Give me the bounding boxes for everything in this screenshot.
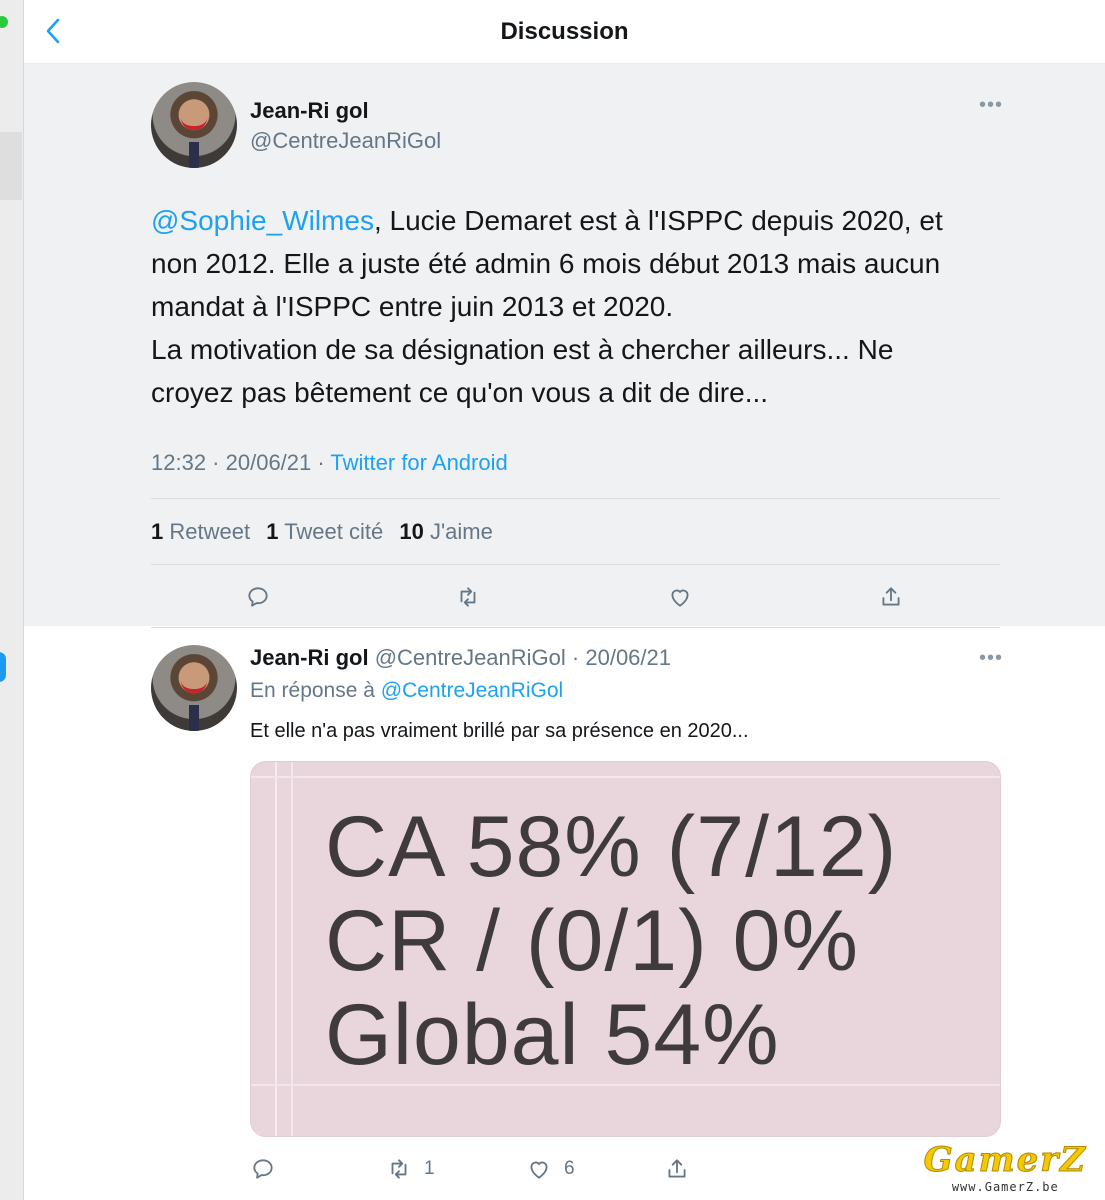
reply-button[interactable]: [250, 1149, 276, 1189]
divider: [151, 627, 1000, 628]
tweet-source[interactable]: Twitter for Android: [330, 450, 507, 475]
retweet-count: 1: [424, 1158, 435, 1179]
like-count: 6: [564, 1158, 575, 1179]
reply-icon: [253, 1159, 273, 1179]
reply-context: En réponse à @CentreJeanRiGol: [250, 679, 564, 702]
retweet-button[interactable]: 1: [386, 1149, 435, 1189]
left-window-edge: [0, 0, 24, 1200]
retweets-stat[interactable]: 1 Retweet: [151, 519, 250, 544]
avatar[interactable]: [151, 82, 237, 168]
share-button[interactable]: [878, 577, 904, 617]
page-title: Discussion: [500, 18, 629, 45]
reply-button[interactable]: [245, 577, 271, 617]
heart-icon: [671, 589, 689, 607]
likes-stat[interactable]: 10 J'aime: [399, 519, 493, 544]
retweet-icon: [460, 587, 476, 607]
image-text-line: CA 58% (7/12): [325, 799, 898, 895]
tweet-image[interactable]: CA 58% (7/12) CR / (0/1) 0% Global 54%: [250, 761, 1001, 1137]
more-options-icon[interactable]: •••: [979, 647, 1003, 670]
tweet-text: Et elle n'a pas vraiment brillé par sa p…: [250, 720, 749, 742]
mention-link[interactable]: @Sophie_Wilmes: [151, 205, 374, 236]
watermark: GamerZ www.GamerZ.be: [923, 1140, 1087, 1195]
avatar[interactable]: [151, 645, 237, 731]
image-text-line: Global 54%: [325, 987, 780, 1083]
sidebar-fragment: [0, 132, 22, 200]
main-tweet: Jean-Ri gol @CentreJeanRiGol ••• @Sophie…: [24, 64, 1105, 626]
watermark-url: www.GamerZ.be: [951, 1180, 1059, 1194]
reply-icon: [248, 587, 268, 607]
retweet-button[interactable]: [455, 577, 481, 617]
tweet-date[interactable]: 20/06/21: [226, 450, 312, 475]
tweet-stats: 1 Retweet 1 Tweet cité 10 J'aime: [151, 519, 493, 545]
watermark-logo: GamerZ: [923, 1140, 1087, 1181]
divider: [151, 564, 1000, 565]
share-icon: [668, 1159, 686, 1178]
image-text-line: CR / (0/1) 0%: [325, 893, 859, 989]
tweet-text: @Sophie_Wilmes, Lucie Demaret est à l'IS…: [151, 205, 943, 408]
share-icon: [882, 587, 900, 606]
like-button[interactable]: [667, 577, 693, 617]
reply-tweet: Jean-Ri gol @CentreJeanRiGol · 20/06/21 …: [24, 627, 1105, 1200]
more-options-icon[interactable]: •••: [979, 94, 1003, 117]
divider: [151, 498, 1000, 499]
author-name[interactable]: Jean-Ri gol: [250, 98, 369, 124]
heart-icon: [530, 1161, 548, 1179]
blue-indicator: [0, 652, 6, 682]
tweet-date[interactable]: 20/06/21: [585, 645, 671, 670]
reply-header: Jean-Ri gol @CentreJeanRiGol · 20/06/21: [250, 645, 671, 670]
retweet-icon: [391, 1159, 407, 1179]
reply-to-link[interactable]: @CentreJeanRiGol: [381, 679, 563, 702]
quotes-stat[interactable]: 1 Tweet cité: [266, 519, 383, 544]
window-status-dot: [0, 16, 8, 28]
tweet-time[interactable]: 12:32: [151, 450, 206, 475]
author-handle[interactable]: @CentreJeanRiGol: [375, 645, 566, 670]
author-handle[interactable]: @CentreJeanRiGol: [250, 128, 441, 154]
like-button[interactable]: 6: [526, 1149, 575, 1189]
tweet-actions: 1 6: [250, 1149, 1001, 1189]
tweet-meta: 12:32 · 20/06/21 · Twitter for Android: [151, 450, 508, 475]
top-bar: Discussion: [24, 0, 1105, 64]
share-button[interactable]: [664, 1149, 690, 1189]
author-name[interactable]: Jean-Ri gol: [250, 645, 369, 670]
tweet-actions: [151, 577, 1000, 617]
